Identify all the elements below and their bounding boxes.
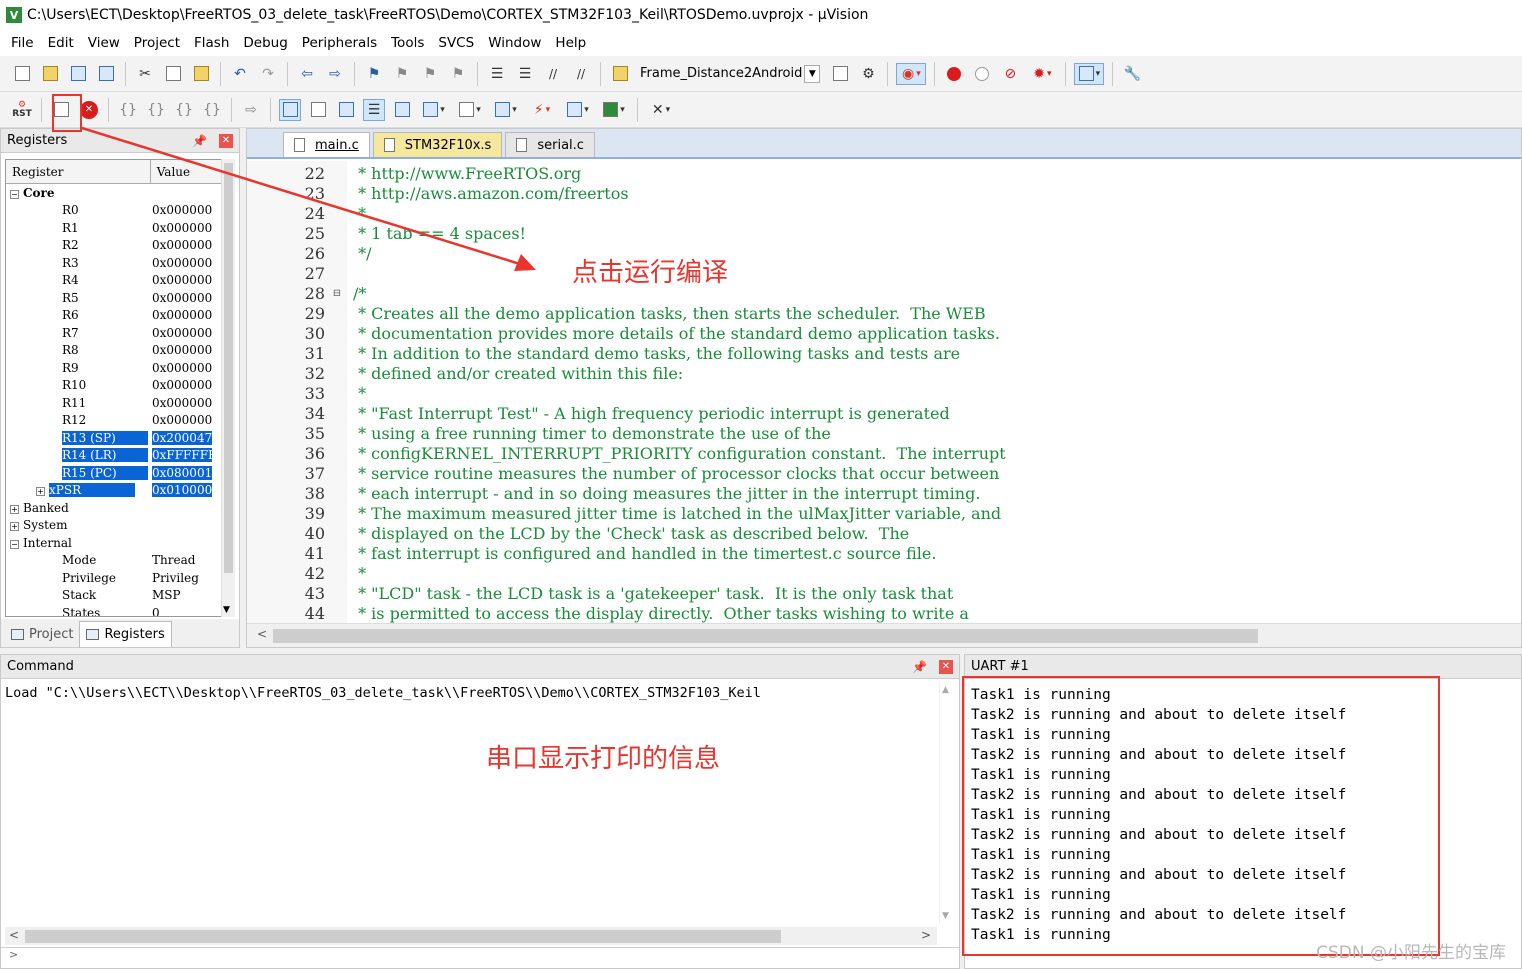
watermark: CSDN @小阳先生的宝库 (1316, 943, 1506, 963)
annotation-uart-box (962, 676, 1440, 956)
annotation-serial-note: 串口显示打印的信息 (486, 744, 721, 774)
annotation-compile-note: 点击运行编译 (572, 258, 729, 288)
